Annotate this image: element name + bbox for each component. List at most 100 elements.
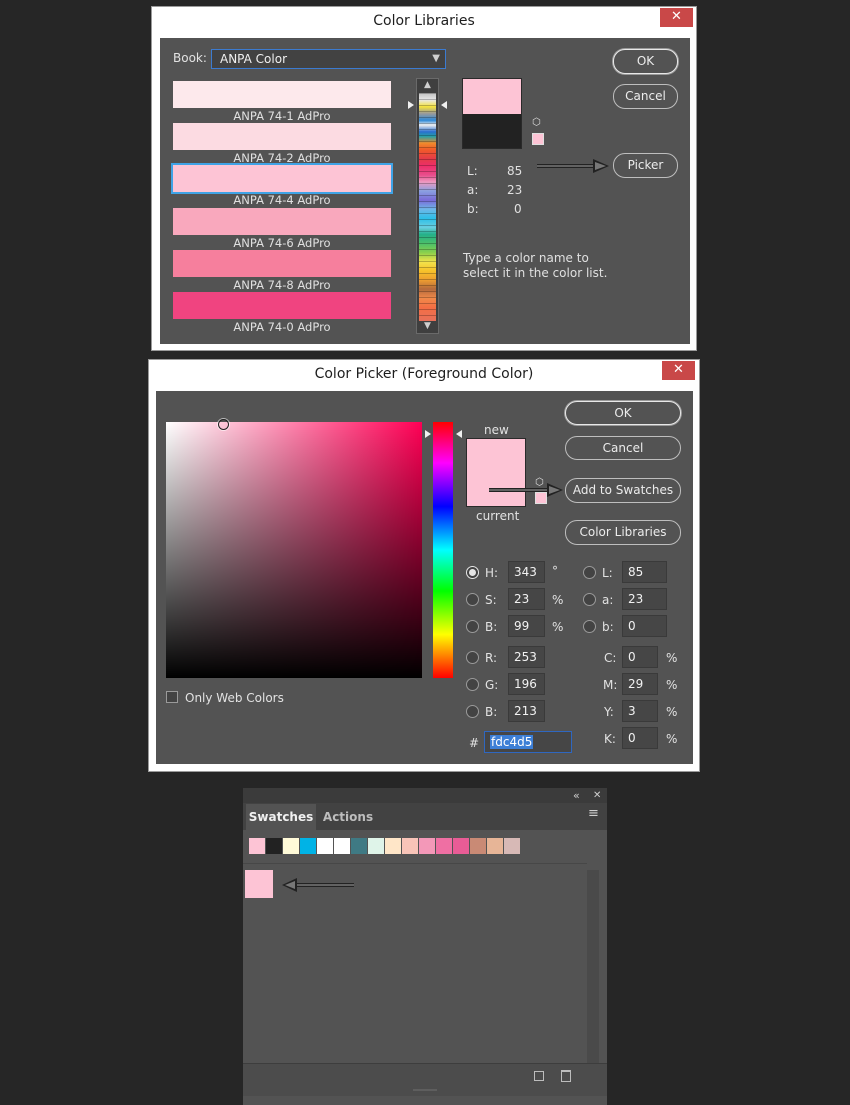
tab-actions[interactable]: Actions bbox=[318, 804, 378, 830]
lab-b-field[interactable]: 0 bbox=[622, 615, 667, 637]
radio-saturation[interactable] bbox=[466, 593, 479, 606]
saturation-field[interactable]: 23 bbox=[508, 588, 545, 610]
close-icon[interactable]: ✕ bbox=[593, 788, 601, 803]
hue-field[interactable]: 343 bbox=[508, 561, 545, 583]
swatch[interactable] bbox=[368, 838, 384, 854]
red-field[interactable]: 253 bbox=[508, 646, 545, 668]
swatch[interactable] bbox=[487, 838, 503, 854]
book-select[interactable]: ANPA Color ▼ bbox=[211, 49, 446, 69]
swatch[interactable] bbox=[266, 838, 282, 854]
swatch[interactable] bbox=[283, 838, 299, 854]
hue-slider-right-icon[interactable] bbox=[456, 430, 462, 438]
library-spectrum bbox=[419, 93, 436, 321]
swatch[interactable] bbox=[317, 838, 333, 854]
black-field[interactable]: 0 bbox=[622, 727, 658, 749]
radio-blue[interactable] bbox=[466, 705, 479, 718]
swatch[interactable] bbox=[453, 838, 469, 854]
annotation-arrow-icon bbox=[489, 483, 563, 497]
swatch[interactable] bbox=[385, 838, 401, 854]
library-item[interactable]: ANPA 74-0 AdPro bbox=[173, 292, 391, 334]
radio-green[interactable] bbox=[466, 678, 479, 691]
cyan-label: C: bbox=[604, 651, 617, 665]
ok-button[interactable]: OK bbox=[613, 49, 678, 74]
panel-menu-icon[interactable]: ≡ bbox=[588, 806, 599, 821]
scroll-up-button[interactable]: ▲ bbox=[417, 79, 438, 92]
lab-l-field[interactable]: 85 bbox=[622, 561, 667, 583]
book-label: Book: bbox=[173, 51, 207, 65]
library-item[interactable]: ANPA 74-2 AdPro bbox=[173, 123, 391, 165]
radio-lab-b[interactable] bbox=[583, 620, 596, 633]
hue-slider[interactable] bbox=[433, 422, 453, 678]
swatch-divider bbox=[243, 863, 587, 864]
green-field[interactable]: 196 bbox=[508, 673, 545, 695]
swatch[interactable] bbox=[334, 838, 350, 854]
hue-label: H: bbox=[485, 566, 499, 580]
new-swatch-icon[interactable] bbox=[534, 1071, 544, 1081]
radio-lab-l[interactable] bbox=[583, 566, 596, 579]
tab-swatches[interactable]: Swatches bbox=[246, 804, 316, 830]
hue-slider-left-icon[interactable] bbox=[425, 430, 431, 438]
picker-button[interactable]: Picker bbox=[613, 153, 678, 178]
swatch-scrollbar[interactable] bbox=[587, 870, 599, 1064]
lab-b-label: b: bbox=[467, 202, 479, 216]
cyan-field[interactable]: 0 bbox=[622, 646, 658, 668]
brightness-field[interactable]: 99 bbox=[508, 615, 545, 637]
only-web-colors-checkbox[interactable] bbox=[166, 691, 178, 703]
panel-titlebar bbox=[243, 788, 607, 803]
saturation-label: S: bbox=[485, 593, 497, 607]
scroll-down-button[interactable]: ▼ bbox=[417, 320, 438, 333]
swatch[interactable] bbox=[504, 838, 520, 854]
annotation-arrow-icon bbox=[537, 159, 609, 173]
gamut-swatch[interactable] bbox=[532, 133, 544, 145]
ok-button[interactable]: OK bbox=[565, 401, 681, 425]
color-preview bbox=[462, 78, 522, 149]
collapse-icon[interactable]: « bbox=[573, 788, 580, 803]
magenta-field[interactable]: 29 bbox=[622, 673, 658, 695]
library-item-selected[interactable]: ANPA 74-4 AdPro bbox=[171, 163, 393, 207]
lab-a-label: a: bbox=[602, 593, 614, 607]
color-field-cursor[interactable] bbox=[218, 419, 229, 430]
radio-lab-a[interactable] bbox=[583, 593, 596, 606]
radio-brightness[interactable] bbox=[466, 620, 479, 633]
cube-icon: ⬡ bbox=[532, 117, 541, 128]
radio-hue[interactable] bbox=[466, 566, 479, 579]
black-label: K: bbox=[604, 732, 616, 746]
library-spectrum-scrollbar[interactable]: ▲ ▼ bbox=[416, 78, 439, 334]
color-field[interactable] bbox=[166, 419, 422, 678]
new-swatch[interactable] bbox=[245, 870, 273, 898]
annotation-arrow-icon bbox=[282, 878, 354, 892]
swatch[interactable] bbox=[419, 838, 435, 854]
swatch[interactable] bbox=[436, 838, 452, 854]
trash-icon[interactable] bbox=[561, 1070, 571, 1082]
dialog-title: Color Libraries bbox=[373, 13, 475, 29]
lab-a-field[interactable]: 23 bbox=[622, 588, 667, 610]
lab-a-label: a: bbox=[467, 183, 479, 197]
add-to-swatches-button[interactable]: Add to Swatches bbox=[565, 478, 681, 503]
library-item[interactable]: ANPA 74-8 AdPro bbox=[173, 250, 391, 292]
library-item[interactable]: ANPA 74-6 AdPro bbox=[173, 208, 391, 250]
library-item-swatch bbox=[173, 250, 391, 277]
magenta-unit: % bbox=[666, 678, 678, 692]
color-libraries-button[interactable]: Color Libraries bbox=[565, 520, 681, 545]
lab-b-label: b: bbox=[602, 620, 614, 634]
magenta-label: M: bbox=[603, 678, 618, 692]
cancel-button[interactable]: Cancel bbox=[613, 84, 678, 109]
hex-field[interactable]: fdc4d5 bbox=[484, 731, 572, 753]
radio-red[interactable] bbox=[466, 651, 479, 664]
close-icon[interactable]: ✕ bbox=[660, 8, 693, 27]
swatch[interactable] bbox=[470, 838, 486, 854]
close-icon[interactable]: ✕ bbox=[662, 361, 695, 380]
swatch[interactable] bbox=[300, 838, 316, 854]
blue-field[interactable]: 213 bbox=[508, 700, 545, 722]
swatch[interactable] bbox=[249, 838, 265, 854]
spectrum-slider-left-icon[interactable] bbox=[408, 101, 414, 109]
lab-a-value: 23 bbox=[507, 183, 523, 197]
spectrum-slider-right-icon[interactable] bbox=[441, 101, 447, 109]
green-label: G: bbox=[485, 678, 499, 692]
library-item[interactable]: ANPA 74-1 AdPro bbox=[173, 81, 391, 123]
panel-resize-grip[interactable] bbox=[413, 1089, 437, 1091]
yellow-field[interactable]: 3 bbox=[622, 700, 658, 722]
cancel-button[interactable]: Cancel bbox=[565, 436, 681, 460]
swatch[interactable] bbox=[351, 838, 367, 854]
swatch[interactable] bbox=[402, 838, 418, 854]
